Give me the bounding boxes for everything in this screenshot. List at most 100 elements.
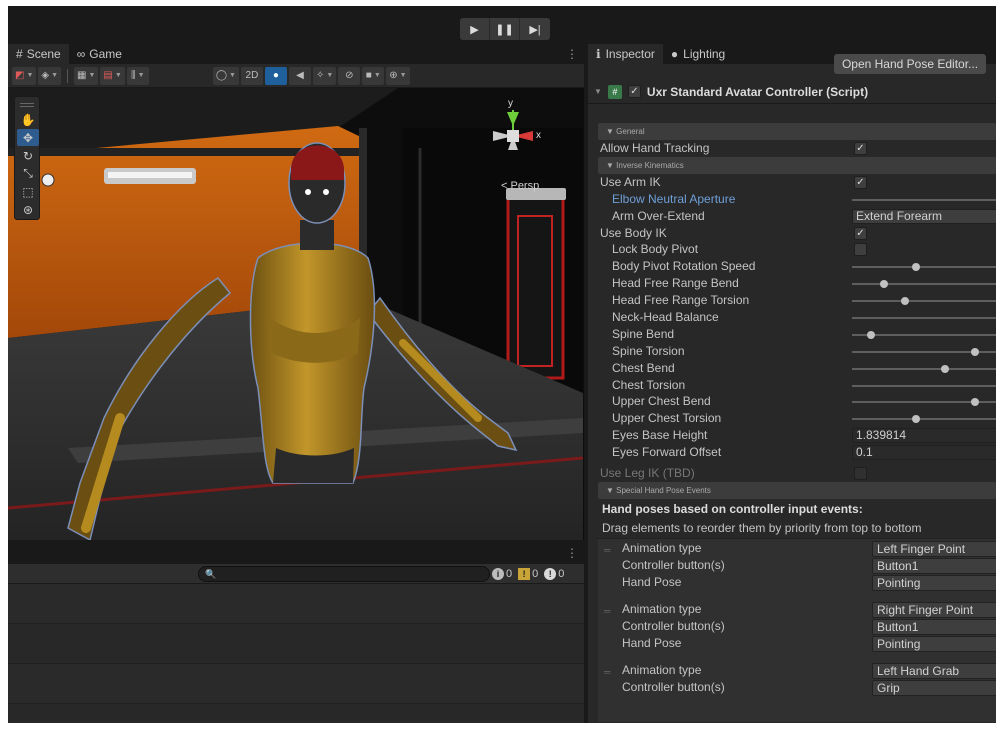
component-header[interactable]: ▼ # ✓ Uxr Standard Avatar Controller (Sc…	[588, 80, 996, 104]
elbow-neutral-aperture-slider[interactable]	[852, 198, 996, 201]
use-arm-ik-checkbox[interactable]: ✓	[854, 175, 867, 189]
tab-inspector[interactable]: ℹ Inspector	[588, 44, 663, 64]
scene-viewport[interactable]: y x < Persp ✋ ✥ ↻ ⤡ ⬚ ⊛	[8, 88, 584, 540]
info-icon: i	[492, 568, 504, 580]
cube-icon: ◈	[41, 70, 50, 81]
hand-pose-dropdown[interactable]: Pointing	[872, 635, 996, 652]
prop-label: Head Free Range Bend	[612, 276, 739, 291]
component-enabled-checkbox[interactable]: ✓	[627, 85, 641, 98]
drag-handle[interactable]	[20, 103, 34, 107]
slider-knob[interactable]	[971, 347, 980, 356]
animation-type-dropdown[interactable]: Right Finger Point	[872, 601, 996, 618]
prop-label: Arm Over-Extend	[612, 208, 705, 223]
hand-pose-event-list: ═ Animation type Left Finger Point Contr…	[598, 537, 996, 722]
grid-snap-dropdown[interactable]: ▦ ▼	[74, 66, 99, 85]
fold-arrow-icon[interactable]: ▼	[594, 87, 602, 96]
pause-button[interactable]: ❚❚	[490, 18, 520, 40]
hand-tool-icon[interactable]: ✋	[17, 111, 39, 128]
gizmos-dropdown[interactable]: ⊕ ▼	[386, 66, 410, 85]
arm-over-extend-dropdown[interactable]: Extend Forearm	[852, 208, 996, 224]
tab-game[interactable]: ∞ Game	[69, 44, 130, 64]
section-ik-label: Inverse Kinematics	[616, 160, 684, 170]
move-tool-icon[interactable]: ✥	[17, 129, 39, 146]
console-search-input[interactable]: 🔍	[198, 566, 490, 582]
use-body-ik-checkbox[interactable]: ✓	[854, 226, 867, 240]
scale-tool-icon[interactable]: ⤡	[17, 165, 39, 182]
upper-chest-bend-slider[interactable]	[852, 398, 996, 407]
controller-buttons-dropdown[interactable]: Grip	[872, 679, 996, 696]
camera-dropdown[interactable]: ■ ▼	[362, 66, 385, 85]
align-dropdown[interactable]: ⫼ ▼	[126, 66, 149, 85]
persp-label[interactable]: < Persp	[501, 180, 539, 192]
prop-allow-hand-tracking: Allow Hand Tracking ✓	[588, 140, 996, 157]
eyes-base-height-field[interactable]: 1.839814	[852, 428, 996, 444]
effects-dropdown[interactable]: ✧ ▼	[312, 66, 337, 85]
slider-knob[interactable]	[900, 297, 909, 306]
eyes-forward-offset-field[interactable]: 0.1	[852, 445, 996, 461]
prop-elbow-neutral-aperture: Elbow Neutral Aperture	[588, 191, 996, 208]
chevron-down-icon: ▼	[88, 72, 96, 79]
toggle-2d-button[interactable]: 2D	[240, 66, 263, 85]
draw-mode-dropdown[interactable]: ◩ ▼	[12, 66, 37, 85]
open-hand-pose-editor-button[interactable]: Open Hand Pose Editor...	[834, 54, 986, 74]
section-general[interactable]: ▼ General	[598, 123, 996, 140]
slider-knob[interactable]	[912, 263, 920, 272]
section-inverse-kinematics[interactable]: ▼ Inverse Kinematics	[598, 156, 996, 174]
drag-handle-icon[interactable]: ═	[604, 545, 610, 555]
gizmo-icon: ⊕	[389, 70, 398, 81]
controller-buttons-dropdown[interactable]: Button1	[872, 557, 996, 574]
log-filter-toggle[interactable]: i0	[492, 565, 512, 583]
neck-head-balance-slider[interactable]	[852, 317, 996, 320]
upper-chest-torsion-slider[interactable]	[852, 415, 996, 424]
slider-knob[interactable]	[912, 415, 920, 424]
list-item[interactable]: ═ Animation type Left Finger Point Contr…	[598, 539, 996, 600]
drag-handle-icon[interactable]: ═	[604, 667, 610, 677]
slider-knob[interactable]	[867, 330, 876, 339]
rect-tool-icon[interactable]: ⬚	[17, 183, 39, 200]
shading-dropdown[interactable]: ◯ ▼	[212, 66, 239, 85]
tab-lighting[interactable]: ● Lighting	[663, 44, 733, 64]
list-item[interactable]: ═ Animation type Right Finger Point Cont…	[598, 600, 996, 661]
animation-type-dropdown[interactable]: Left Hand Grab	[872, 662, 996, 679]
transform-tool-icon[interactable]: ⊛	[17, 201, 39, 218]
play-controls: ▶ ❚❚ ▶|	[460, 18, 550, 40]
head-free-range-bend-slider[interactable]	[852, 280, 996, 289]
play-toolbar: ▶ ❚❚ ▶|	[8, 6, 996, 40]
grid-icon: ▦	[77, 70, 87, 81]
tab-scene[interactable]: # Scene	[8, 44, 69, 64]
console-menu-icon[interactable]: ⋮	[566, 546, 578, 560]
body-pivot-rotation-speed-slider[interactable]	[852, 263, 996, 272]
list-item[interactable]: ═ Animation type Left Hand Grab Controll…	[598, 661, 996, 722]
play-button[interactable]: ▶	[460, 18, 490, 40]
spine-bend-slider[interactable]	[852, 330, 996, 339]
prop-label: Use Body IK	[600, 225, 667, 240]
prop-spine-torsion: Spine Torsion	[588, 343, 996, 360]
console-row	[8, 584, 584, 624]
snap-increment-dropdown[interactable]: ▤ ▼	[100, 66, 125, 85]
hand-pose-dropdown[interactable]: Pointing	[872, 574, 996, 591]
scene-menu-icon[interactable]: ⋮	[560, 44, 584, 64]
lock-body-pivot-checkbox[interactable]	[854, 243, 867, 257]
allow-hand-tracking-checkbox[interactable]: ✓	[854, 142, 867, 155]
section-special-hand-pose-events[interactable]: ▼ Special Hand Pose Events	[598, 481, 996, 499]
warning-filter-toggle[interactable]: ! 0	[518, 565, 538, 583]
chest-torsion-slider[interactable]	[852, 384, 996, 387]
slider-knob[interactable]	[940, 364, 949, 373]
controller-buttons-label: Controller button(s)	[622, 557, 725, 572]
animation-type-dropdown[interactable]: Left Finger Point	[872, 540, 996, 557]
spine-torsion-slider[interactable]	[852, 347, 996, 356]
slider-knob[interactable]	[880, 280, 888, 289]
controller-buttons-dropdown[interactable]: Button1	[872, 618, 996, 635]
prop-upper-chest-bend: Upper Chest Bend	[588, 393, 996, 410]
rotate-tool-icon[interactable]: ↻	[17, 147, 39, 164]
error-filter-toggle[interactable]: ! 0	[544, 565, 564, 583]
chest-bend-slider[interactable]	[852, 364, 996, 373]
lighting-toggle[interactable]: ●	[264, 66, 287, 85]
audio-toggle[interactable]: ◀	[288, 66, 311, 85]
step-button[interactable]: ▶|	[520, 18, 550, 40]
drag-handle-icon[interactable]: ═	[604, 606, 610, 616]
head-free-range-torsion-slider[interactable]	[852, 297, 996, 306]
visibility-toggle[interactable]: ⊘	[338, 66, 361, 85]
render-mode-dropdown[interactable]: ◈ ▼	[38, 66, 62, 85]
slider-knob[interactable]	[971, 398, 980, 407]
